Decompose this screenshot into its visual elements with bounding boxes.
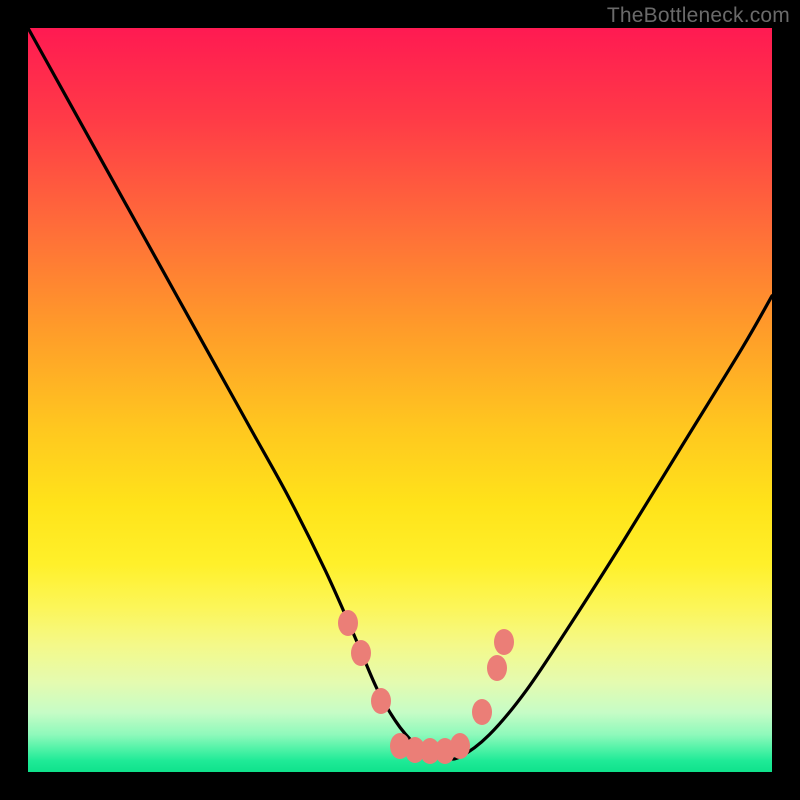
curve-marker	[487, 655, 507, 681]
watermark-text: TheBottleneck.com	[607, 4, 790, 28]
curve-marker	[494, 629, 514, 655]
curve-marker	[338, 610, 358, 636]
curve-markers	[28, 28, 772, 772]
outer-frame: TheBottleneck.com	[0, 0, 800, 800]
curve-marker	[371, 688, 391, 714]
plot-area	[28, 28, 772, 772]
curve-marker	[472, 699, 492, 725]
curve-marker	[351, 640, 371, 666]
curve-marker	[450, 733, 470, 759]
